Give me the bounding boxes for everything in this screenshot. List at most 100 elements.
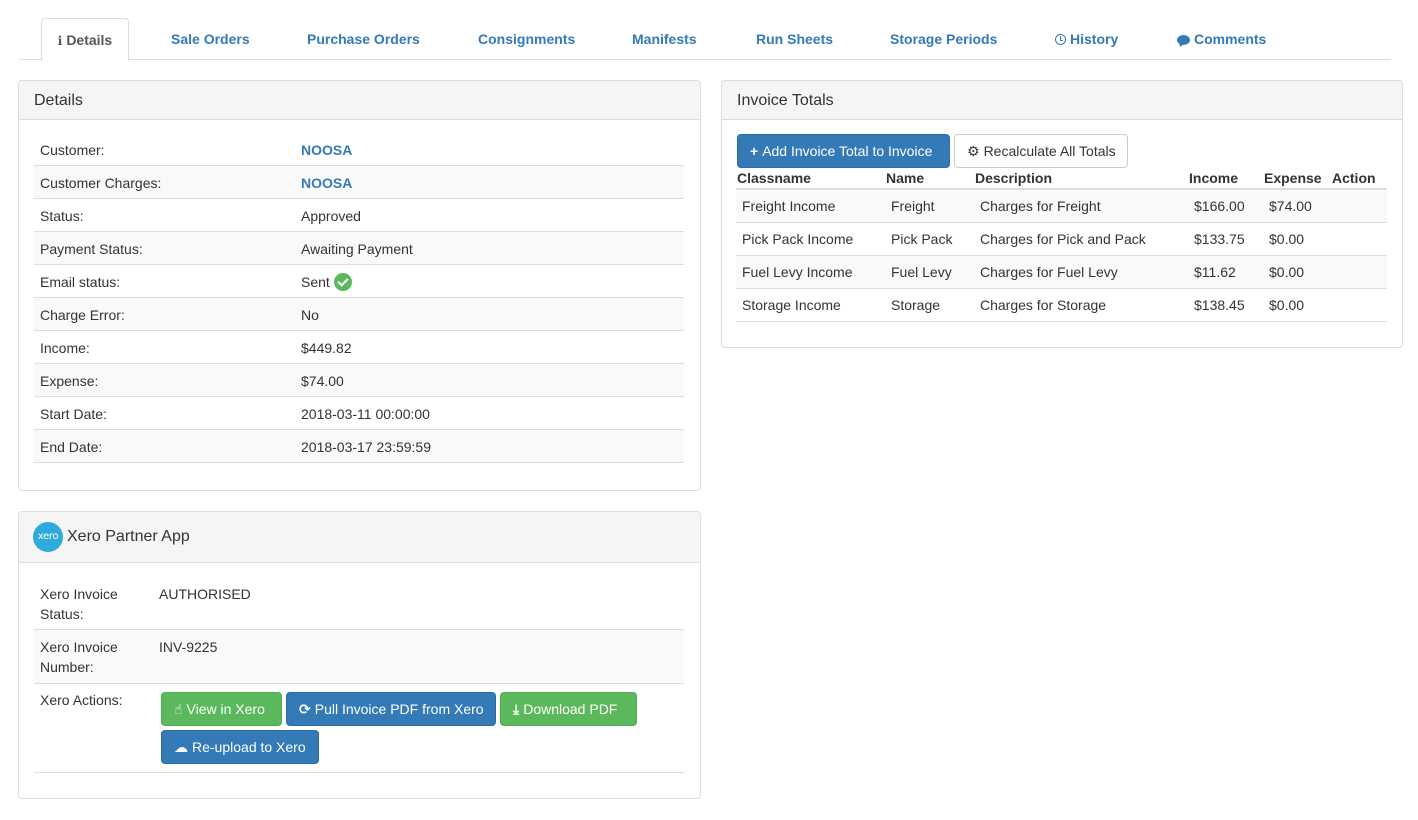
tab-sale-orders[interactable]: Sale Orders [171, 18, 250, 60]
cell-name: Storage [891, 297, 941, 313]
tab-label: Run Sheets [756, 31, 834, 47]
tab-storage-periods[interactable]: Storage Periods [890, 18, 997, 60]
tab-purchase-orders[interactable]: Purchase Orders [307, 18, 420, 60]
cell-name: Fuel Levy [891, 264, 952, 280]
pull-invoice-pdf-button[interactable]: ⟳ Pull Invoice PDF from Xero [286, 692, 496, 726]
column-header-income: Income [1189, 170, 1239, 186]
xero-row-invoice-number: Xero Invoice Number: INV-9225 [34, 630, 684, 684]
tab-history[interactable]: History [1055, 18, 1118, 60]
email-status-value: Sent [301, 272, 352, 291]
tab-label: Manifests [632, 31, 697, 47]
button-label: Add Invoice Total to Invoice [762, 143, 933, 159]
add-invoice-total-button[interactable]: + Add Invoice Total to Invoice [737, 134, 950, 168]
button-label: View in Xero [186, 701, 265, 717]
download-icon: ⤓ [513, 701, 520, 717]
reupload-to-xero-button[interactable]: ☁ Re-upload to Xero [161, 730, 319, 764]
xero-key: Xero Invoice Status: [40, 586, 118, 622]
cell-classname: Fuel Levy Income [742, 264, 853, 280]
column-header-expense: Expense [1264, 170, 1322, 186]
plus-icon: + [750, 143, 759, 159]
button-label: Recalculate All Totals [983, 143, 1116, 159]
cell-name: Pick Pack [891, 231, 953, 247]
details-key: Customer Charges: [40, 174, 162, 191]
button-label: Re-upload to Xero [192, 739, 306, 755]
xero-logo-icon: xero [33, 521, 63, 552]
details-key: Customer: [40, 141, 105, 158]
tab-bar: i Details Sale Orders Purchase Orders Con… [19, 18, 1391, 61]
table-row: Storage Income Storage Charges for Stora… [736, 289, 1387, 322]
cell-description: Charges for Fuel Levy [980, 264, 1118, 280]
cell-income: $166.00 [1194, 198, 1245, 214]
tab-manifests[interactable]: Manifests [632, 18, 697, 60]
cell-classname: Pick Pack Income [742, 231, 854, 247]
details-key: Payment Status: [40, 240, 143, 257]
details-table: Customer: NOOSA Customer Charges: NOOSA St… [34, 133, 684, 463]
details-panel-title: Details [19, 81, 700, 120]
column-header-classname: Classname [737, 170, 811, 186]
check-circle-icon [333, 272, 352, 291]
refresh-icon: ⟳ [299, 701, 311, 717]
tab-comments[interactable]: Comments [1177, 18, 1266, 60]
button-label: Download PDF [523, 701, 618, 717]
tab-label: Storage Periods [890, 31, 998, 47]
cell-expense: $74.00 [1269, 198, 1312, 214]
cell-income: $138.45 [1194, 297, 1245, 313]
tab-label: Sale Orders [171, 31, 250, 47]
hand-pointer-icon: ☝ [174, 701, 183, 717]
tab-consignments[interactable]: Consignments [478, 18, 575, 60]
end-date-value: 2018-03-17 23:59:59 [301, 438, 431, 455]
details-key: Income: [40, 339, 90, 356]
xero-key: Xero Invoice Number: [40, 639, 118, 675]
recalculate-totals-button[interactable]: ⚙ Recalculate All Totals [954, 134, 1128, 168]
details-row-expense: Expense: $74.00 [34, 364, 684, 397]
customer-charges-link[interactable]: NOOSA [301, 175, 352, 191]
xero-invoice-status-value: AUTHORISED [159, 586, 251, 602]
cell-expense: $0.00 [1269, 264, 1305, 280]
clock-icon [1055, 34, 1066, 45]
cell-name: Freight [891, 198, 935, 214]
tab-details[interactable]: i Details [41, 18, 129, 61]
xero-invoice-number-value: INV-9225 [159, 639, 218, 655]
customer-link[interactable]: NOOSA [301, 142, 352, 158]
gear-icon: ⚙ [967, 143, 980, 159]
info-icon: i [57, 34, 63, 48]
download-pdf-button[interactable]: ⤓ Download PDF [500, 692, 637, 726]
tab-label: Details [66, 32, 113, 48]
xero-row-invoice-status: Xero Invoice Status: AUTHORISED [34, 576, 684, 630]
details-key: Status: [40, 207, 84, 224]
cell-classname: Freight Income [742, 198, 836, 214]
xero-key: Xero Actions: [40, 692, 123, 708]
tab-label: History [1070, 31, 1119, 47]
cell-income: $11.62 [1194, 264, 1236, 280]
details-row-status: Status: Approved [34, 199, 684, 232]
expense-value: $74.00 [301, 372, 344, 389]
status-value: Approved [301, 207, 361, 224]
cloud-upload-icon: ☁ [174, 739, 188, 755]
cell-expense: $0.00 [1269, 297, 1305, 313]
cell-description: Charges for Storage [980, 297, 1107, 313]
details-row-start-date: Start Date: 2018-03-11 00:00:00 [34, 397, 684, 430]
details-key: End Date: [40, 438, 103, 455]
column-header-name: Name [886, 170, 925, 186]
view-in-xero-button[interactable]: ☝ View in Xero [161, 692, 282, 726]
tab-run-sheets[interactable]: Run Sheets [756, 18, 833, 60]
table-row: Freight Income Freight Charges for Freig… [736, 190, 1387, 223]
details-row-email-status: Email status: Sent [34, 265, 684, 298]
details-key: Start Date: [40, 405, 107, 422]
table-row: Fuel Levy Income Fuel Levy Charges for F… [736, 256, 1387, 289]
tab-label: Consignments [478, 31, 576, 47]
start-date-value: 2018-03-11 00:00:00 [301, 405, 430, 422]
table-row: Pick Pack Income Pick Pack Charges for P… [736, 223, 1387, 256]
xero-panel-heading: xero Xero Partner App [19, 512, 700, 563]
details-row-customer-charges: Customer Charges: NOOSA [34, 166, 684, 199]
cell-classname: Storage Income [742, 297, 841, 313]
comment-icon [1177, 35, 1190, 45]
details-row-charge-error: Charge Error: No [34, 298, 684, 331]
tab-label: Purchase Orders [307, 31, 420, 47]
details-key: Email status: [40, 273, 121, 290]
column-header-action: Action [1332, 170, 1376, 186]
details-row-income: Income: $449.82 [34, 331, 684, 364]
details-key: Charge Error: [40, 306, 125, 323]
cell-description: Charges for Freight [980, 198, 1101, 214]
cell-income: $133.75 [1194, 231, 1245, 247]
